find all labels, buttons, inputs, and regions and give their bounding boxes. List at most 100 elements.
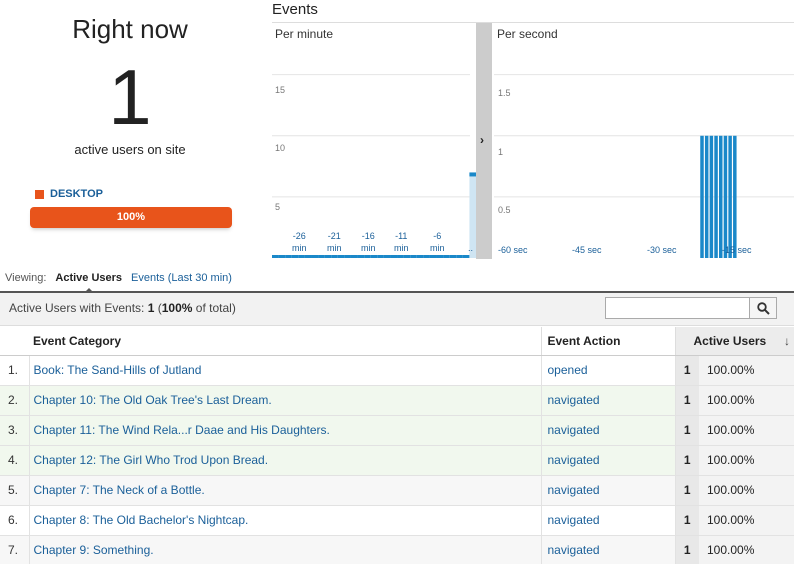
events-chart-frame: Per minute 15 10 5 -26 min -21 min -16 min … (272, 22, 794, 259)
per-second-bar[interactable] (719, 135, 723, 258)
row-index: 5. (0, 475, 29, 506)
active-users-value: 1 (674, 385, 699, 416)
event-action-link[interactable]: navigated (540, 385, 675, 416)
row-index: 7. (0, 535, 29, 564)
active-users-value: 1 (674, 355, 699, 386)
event-action-link[interactable]: navigated (540, 415, 675, 446)
ps-ytick-1.5: 1.5 (498, 88, 511, 98)
table-row: 2. Chapter 10: The Old Oak Tree's Last D… (0, 385, 794, 416)
per-second-bar[interactable] (714, 135, 718, 258)
active-users-percent: 100.00% (699, 385, 794, 416)
search-button[interactable] (749, 297, 777, 319)
table-row: 6. Chapter 8: The Old Bachelor's Nightca… (0, 505, 794, 536)
per-minute-baseline-bar (285, 255, 292, 258)
search-icon (756, 301, 770, 315)
per-second-bar[interactable] (733, 135, 737, 258)
tab-active-users[interactable]: Active Users (55, 272, 122, 293)
active-users-percent: 100.00% (699, 505, 794, 536)
per-minute-baseline-bar (364, 255, 371, 258)
per-minute-baseline-bar (337, 255, 345, 258)
per-minute-baseline-bar (410, 255, 417, 258)
per-minute-baseline-bar (344, 255, 351, 258)
per-minute-baseline-bar (311, 255, 319, 258)
table-row: 5. Chapter 7: The Neck of a Bottle. navi… (0, 475, 794, 506)
pm-ytick-15: 15 (275, 85, 286, 95)
per-minute-baseline-bar (416, 255, 424, 258)
per-second-label: Per second (497, 27, 558, 41)
header-index (0, 327, 29, 356)
table-header-row: Event Category Event Action Active Users… (0, 327, 794, 356)
pm-xtick: -26 min (292, 231, 307, 253)
summary-bar: Active Users with Events: 1 (100% of tot… (0, 293, 794, 326)
pm-xtick: -6 min (430, 231, 445, 253)
event-category-link[interactable]: Chapter 10: The Old Oak Tree's Last Drea… (28, 385, 541, 416)
per-minute-baseline-bar (298, 255, 305, 258)
pm-ytick-10: 10 (275, 143, 286, 153)
per-minute-baseline-bar (370, 255, 378, 258)
tab-events-last-30-min[interactable]: Events (Last 30 min) (131, 272, 232, 284)
event-category-link[interactable]: Book: The Sand-Hills of Jutland (28, 355, 541, 386)
per-minute-baseline-bar (291, 255, 299, 258)
event-category-link[interactable]: Chapter 7: The Neck of a Bottle. (28, 475, 541, 506)
per-minute-baseline-bar (449, 255, 457, 258)
ps-ytick-1: 1 (498, 147, 504, 157)
ps-xtick: -15 sec (722, 245, 752, 255)
chart-divider[interactable] (476, 23, 492, 259)
active-users-subtitle: active users on site (74, 142, 186, 157)
table-row: 1. Book: The Sand-Hills of Jutland opene… (0, 355, 794, 386)
row-index: 3. (0, 415, 29, 446)
per-minute-baseline-bar (357, 255, 365, 258)
per-minute-baseline-bar (383, 255, 391, 258)
event-action-link[interactable]: navigated (540, 475, 675, 506)
per-minute-label: Per minute (275, 27, 334, 41)
event-category-link[interactable]: Chapter 9: Something. (28, 535, 541, 564)
event-action-link[interactable]: navigated (540, 445, 675, 476)
per-second-bar[interactable] (728, 135, 732, 258)
per-second-bar[interactable] (700, 135, 704, 258)
per-minute-baseline-bar (397, 255, 404, 258)
row-index: 1. (0, 355, 29, 386)
event-action-link[interactable]: navigated (540, 505, 675, 536)
per-second-bar[interactable] (709, 135, 714, 258)
header-active-users[interactable]: Active Users ↓ (674, 327, 794, 356)
pm-xtick: -16 min (361, 231, 376, 253)
per-minute-baseline-bar (377, 255, 384, 258)
active-user-count: 1 (108, 53, 152, 141)
per-second-bar[interactable] (723, 135, 728, 258)
per-minute-baseline-bar (456, 255, 463, 258)
active-users-value: 1 (674, 445, 699, 476)
pm-ytick-5: 5 (275, 202, 281, 212)
per-minute-baseline-bar (331, 255, 338, 258)
events-table: Event Category Event Action Active Users… (0, 327, 794, 564)
pm-xtick: -11 min (394, 231, 409, 253)
header-event-category[interactable]: Event Category (29, 327, 541, 356)
event-action-link[interactable]: navigated (540, 535, 675, 564)
viewing-tabs: Viewing: Active Users Events (Last 30 mi… (5, 272, 232, 293)
pm-xtick: -21 min (327, 231, 342, 253)
summary-text: Active Users with Events: 1 (100% of tot… (9, 301, 236, 315)
active-users-percent: 100.00% (699, 445, 794, 476)
row-index: 6. (0, 505, 29, 536)
active-users-value: 1 (674, 415, 699, 446)
ps-xtick: -60 sec (498, 245, 528, 255)
sort-down-icon[interactable]: ↓ (784, 334, 790, 348)
right-now-title: Right now (72, 14, 188, 44)
per-minute-baseline-bar (423, 255, 430, 258)
expand-chevron-icon[interactable]: › (480, 133, 484, 147)
events-charts-svg (272, 74, 794, 258)
event-category-link[interactable]: Chapter 8: The Old Bachelor's Nightcap. (28, 505, 541, 536)
per-minute-baseline-bar (304, 255, 312, 258)
event-category-link[interactable]: Chapter 12: The Girl Who Trod Upon Bread… (28, 445, 541, 476)
header-event-action[interactable]: Event Action (540, 327, 675, 356)
table-row: 7. Chapter 9: Something. navigated 1 100… (0, 535, 794, 564)
ps-ytick-0.5: 0.5 (498, 205, 511, 215)
per-second-bar[interactable] (704, 135, 709, 258)
event-action-link[interactable]: opened (540, 355, 675, 386)
per-minute-baseline-bar (429, 255, 437, 258)
ps-xtick: -45 sec (572, 245, 602, 255)
per-minute-baseline-bar (278, 255, 286, 258)
event-category-link[interactable]: Chapter 11: The Wind Rela...r Daae and H… (28, 415, 541, 446)
ps-xtick: -30 sec (647, 245, 677, 255)
active-users-percent: 100.00% (699, 415, 794, 446)
search-input[interactable] (605, 297, 750, 319)
